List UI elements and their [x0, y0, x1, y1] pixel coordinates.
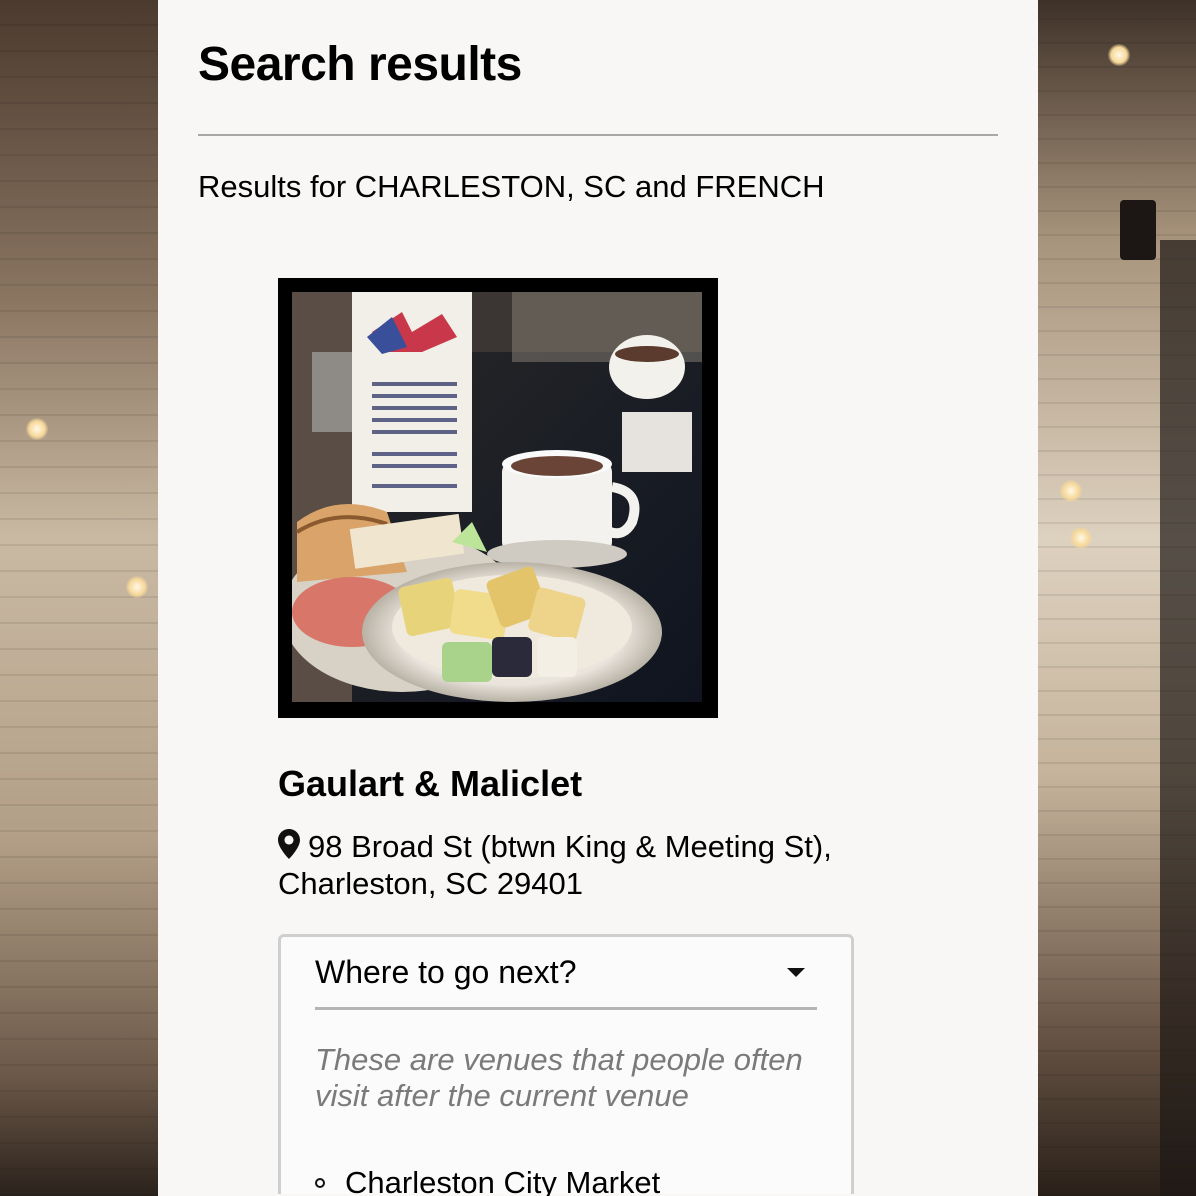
venue-name[interactable]: Gaulart & Maliclet	[278, 762, 858, 806]
string-light-icon	[1060, 480, 1082, 502]
where-next-title: Where to go next?	[315, 954, 577, 990]
string-light-icon	[1108, 44, 1130, 66]
page-title: Search results	[198, 38, 522, 91]
wall-lamp	[1120, 200, 1156, 260]
where-next-description: These are venues that people often visit…	[315, 1042, 803, 1113]
bullet-icon	[315, 1178, 325, 1188]
results-summary: Results for CHARLESTON, SC and FRENCH	[198, 169, 825, 204]
map-pin-icon	[278, 829, 300, 859]
door-frame	[1160, 240, 1196, 1196]
left-wall	[0, 0, 158, 1196]
results-panel: Search results Results for CHARLESTON, S…	[158, 0, 1038, 1196]
caret-down-icon[interactable]	[787, 967, 805, 977]
venue-photo[interactable]	[278, 278, 718, 718]
divider	[198, 134, 998, 136]
string-light-icon	[1070, 527, 1092, 549]
venue-address-text: 98 Broad St (btwn King & Meeting St), Ch…	[278, 829, 832, 901]
string-light-icon	[126, 576, 148, 598]
where-next-panel: Where to go next? These are venues that …	[278, 934, 854, 1196]
next-venue-list: Charleston City Market	[315, 1164, 817, 1196]
list-item[interactable]: Charleston City Market	[315, 1164, 817, 1196]
venue-card: Gaulart & Maliclet 98 Broad St (btwn Kin…	[278, 278, 858, 1196]
string-light-icon	[26, 418, 48, 440]
venue-photo-image	[292, 292, 702, 702]
where-next-toggle[interactable]: Where to go next?	[315, 953, 817, 1010]
venue-address: 98 Broad St (btwn King & Meeting St), Ch…	[278, 828, 858, 902]
next-venue-label[interactable]: Charleston City Market	[345, 1164, 660, 1196]
